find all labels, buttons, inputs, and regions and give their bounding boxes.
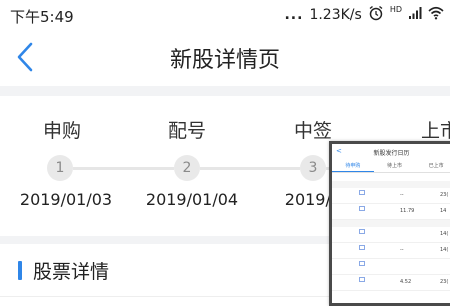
thumbnail-list-item: 4.52 23( [332, 275, 450, 291]
thumbnail-date-row [332, 220, 450, 227]
step-label-allocation: 配号 [167, 120, 206, 142]
page-title: 新股详情页 [169, 48, 280, 73]
thumbnail-tag-icon [359, 190, 365, 195]
thumbnail-value: 14( [440, 231, 449, 237]
thumbnail-header: < 新股发行日历 [332, 144, 450, 162]
thumbnail-column [332, 173, 374, 180]
thumbnail-list-item: 14( [332, 227, 450, 243]
alarm-icon [368, 5, 384, 25]
section-title: 股票详情 [33, 261, 110, 283]
thumbnail-tabs: 待申购 待上市 已上市 [332, 162, 450, 173]
thumbnail-column [374, 173, 416, 180]
step-number-1: 1 [47, 155, 73, 181]
step-date-subscribe: 2019/01/03 [19, 190, 113, 209]
thumbnail-column-headers [332, 173, 450, 180]
thumbnail-tag-icon [359, 245, 365, 250]
divider [0, 86, 450, 96]
thumbnail-list-item [332, 259, 450, 275]
step-number-3: 3 [300, 155, 326, 181]
thumbnail-tab: 已上市 [428, 163, 444, 169]
thumbnail-tab: 待上市 [387, 163, 403, 169]
thumbnail-tag-icon [359, 206, 365, 211]
step-label-listing: 上市 [420, 120, 450, 142]
nav-bar: 新股详情页 [0, 30, 450, 86]
thumbnail-column [415, 173, 450, 180]
thumbnail-list: -- 23( 11.79 14 14( -- 14( 4.52 23( [332, 181, 450, 291]
more-dots-icon: ... [284, 7, 304, 23]
thumbnail-list-item: -- 14( [332, 243, 450, 259]
wifi-icon [428, 6, 444, 24]
thumbnail-tab: 待申购 [332, 162, 374, 172]
step-connector [200, 167, 300, 170]
thumbnail-value: 11.79 [400, 208, 415, 214]
status-right: ... 1.23K/s HD [284, 6, 444, 24]
thumbnail-value: 4.52 [400, 279, 412, 285]
step-label-subscribe: 申购 [42, 120, 81, 142]
screenshot-thumbnail[interactable]: < 新股发行日历 待申购 待上市 已上市 -- 23( 11.79 14 14( -- 14… [329, 141, 450, 306]
step-number-2: 2 [174, 155, 200, 181]
thumbnail-tag-icon [359, 261, 365, 266]
step-date-allocation: 2019/01/04 [145, 190, 239, 209]
network-speed: 1.23K/s [309, 7, 362, 23]
thumbnail-list-item: 11.79 14 [332, 204, 450, 220]
thumbnail-value: 14( [440, 247, 449, 253]
thumbnail-tag-icon [359, 229, 365, 234]
thumbnail-value: 14 [440, 208, 447, 214]
thumbnail-value: 23( [440, 192, 449, 198]
step-connector [73, 167, 174, 170]
thumbnail-tag-icon [359, 277, 365, 282]
thumbnail-value: -- [400, 192, 404, 198]
thumbnail-value: 23( [440, 279, 449, 285]
hd-badge: HD [389, 5, 402, 14]
thumbnail-title: 新股发行日历 [373, 150, 410, 157]
status-bar: 下午5:49 ... 1.23K/s HD [0, 0, 450, 30]
thumbnail-date-row [332, 181, 450, 188]
thumbnail-value: -- [400, 247, 404, 253]
thumbnail-list-item: -- 23( [332, 188, 450, 204]
signal-icon [408, 6, 422, 24]
section-accent-bar [18, 261, 22, 280]
step-label-lottery: 中签 [293, 120, 332, 142]
status-time: 下午5:49 [10, 8, 74, 26]
